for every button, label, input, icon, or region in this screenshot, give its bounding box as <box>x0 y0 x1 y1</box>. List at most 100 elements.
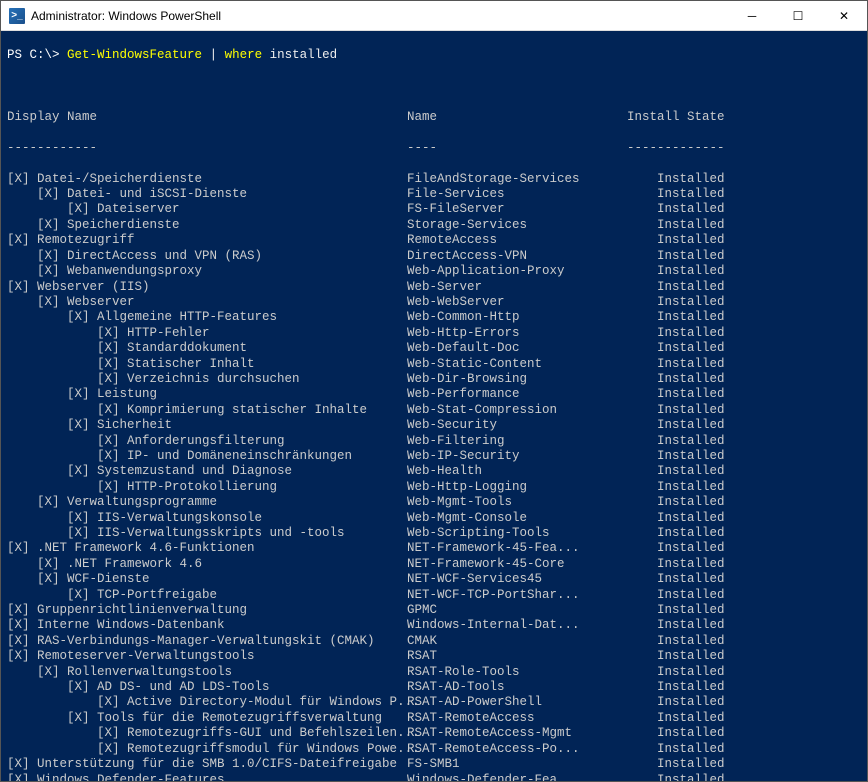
table-row: [X] Unterstützung für die SMB 1.0/CIFS-D… <box>7 757 861 772</box>
cmdlet-where: where <box>225 48 263 62</box>
cell-name: RSAT-RemoteAccess <box>407 711 627 726</box>
cell-install-state: Installed <box>627 295 727 310</box>
cell-install-state: Installed <box>627 480 727 495</box>
cell-install-state: Installed <box>627 357 727 372</box>
cell-name: DirectAccess-VPN <box>407 249 627 264</box>
cell-name: Web-Server <box>407 280 627 295</box>
cell-display-name: [X] Webanwendungsproxy <box>7 264 407 279</box>
cell-name: Web-Security <box>407 418 627 433</box>
cell-install-state: Installed <box>627 403 727 418</box>
close-button[interactable]: ✕ <box>821 1 867 30</box>
feature-table-body: [X] Datei-/SpeicherdiensteFileAndStorage… <box>7 172 861 781</box>
cell-install-state: Installed <box>627 665 727 680</box>
cell-install-state: Installed <box>627 757 727 772</box>
table-row: [X] WebanwendungsproxyWeb-Application-Pr… <box>7 264 861 279</box>
cell-name: NET-Framework-45-Core <box>407 557 627 572</box>
cell-install-state: Installed <box>627 249 727 264</box>
table-row: [X] Komprimierung statischer InhalteWeb-… <box>7 403 861 418</box>
cell-name: Web-Http-Errors <box>407 326 627 341</box>
console-output[interactable]: PS C:\> Get-WindowsFeature | where insta… <box>1 31 867 781</box>
cell-display-name: [X] DirectAccess und VPN (RAS) <box>7 249 407 264</box>
cell-install-state: Installed <box>627 634 727 649</box>
cell-display-name: [X] Datei-/Speicherdienste <box>7 172 407 187</box>
cell-name: RSAT <box>407 649 627 664</box>
titlebar: >_ Administrator: Windows PowerShell ─ ☐… <box>1 1 867 31</box>
cell-install-state: Installed <box>627 680 727 695</box>
table-row: [X] Windows Defender-FeaturesWindows-Def… <box>7 773 861 782</box>
table-row: [X] Tools für die Remotezugriffsverwaltu… <box>7 711 861 726</box>
cell-display-name: [X] Verwaltungsprogramme <box>7 495 407 510</box>
table-row: [X] SicherheitWeb-Security Installed <box>7 418 861 433</box>
table-row: [X] IIS-VerwaltungskonsoleWeb-Mgmt-Conso… <box>7 511 861 526</box>
cell-display-name: [X] Dateiserver <box>7 202 407 217</box>
cell-name: FS-FileServer <box>407 202 627 217</box>
cell-install-state: Installed <box>627 310 727 325</box>
cell-display-name: [X] Allgemeine HTTP-Features <box>7 310 407 325</box>
cell-install-state: Installed <box>627 495 727 510</box>
table-row: [X] AD DS- und AD LDS-ToolsRSAT-AD-Tools… <box>7 680 861 695</box>
table-row: [X] VerwaltungsprogrammeWeb-Mgmt-Tools I… <box>7 495 861 510</box>
cell-display-name: [X] Sicherheit <box>7 418 407 433</box>
cell-display-name: [X] Remoteserver-Verwaltungstools <box>7 649 407 664</box>
cell-install-state: Installed <box>627 449 727 464</box>
cell-display-name: [X] Gruppenrichtlinienverwaltung <box>7 603 407 618</box>
cell-install-state: Installed <box>627 603 727 618</box>
cell-install-state: Installed <box>627 572 727 587</box>
table-row: [X] RollenverwaltungstoolsRSAT-Role-Tool… <box>7 665 861 680</box>
cell-display-name: [X] Webserver <box>7 295 407 310</box>
cell-name: Web-Performance <box>407 387 627 402</box>
cell-display-name: [X] Remotezugriffs-GUI und Befehlszeilen… <box>7 726 407 741</box>
table-row: [X] IP- und DomäneneinschränkungenWeb-IP… <box>7 449 861 464</box>
table-row: [X] HTTP-ProtokollierungWeb-Http-Logging… <box>7 480 861 495</box>
cell-install-state: Installed <box>627 418 727 433</box>
cell-name: RSAT-RemoteAccess-Po... <box>407 742 627 757</box>
table-row: [X] Statischer InhaltWeb-Static-Content … <box>7 357 861 372</box>
cell-name: Windows-Defender-Fea... <box>407 773 627 782</box>
table-row: [X] AnforderungsfilterungWeb-Filtering I… <box>7 434 861 449</box>
cell-name: Web-Static-Content <box>407 357 627 372</box>
cell-display-name: [X] Speicherdienste <box>7 218 407 233</box>
cell-name: RSAT-Role-Tools <box>407 665 627 680</box>
cell-display-name: [X] Verzeichnis durchsuchen <box>7 372 407 387</box>
maximize-button[interactable]: ☐ <box>775 1 821 30</box>
table-row: [X] .NET Framework 4.6-FunktionenNET-Fra… <box>7 541 861 556</box>
cell-install-state: Installed <box>627 711 727 726</box>
table-row: [X] Webserver (IIS)Web-Server Installed <box>7 280 861 295</box>
cell-name: GPMC <box>407 603 627 618</box>
cell-install-state: Installed <box>627 649 727 664</box>
header-display-name: Display Name <box>7 110 407 125</box>
cell-install-state: Installed <box>627 434 727 449</box>
cell-install-state: Installed <box>627 172 727 187</box>
cell-name: Web-Health <box>407 464 627 479</box>
cell-name: Web-Mgmt-Console <box>407 511 627 526</box>
cell-name: Web-Scripting-Tools <box>407 526 627 541</box>
cell-install-state: Installed <box>627 511 727 526</box>
table-row: [X] WCF-DiensteNET-WCF-Services45 Instal… <box>7 572 861 587</box>
window-title: Administrator: Windows PowerShell <box>31 9 729 23</box>
cell-display-name: [X] Systemzustand und Diagnose <box>7 464 407 479</box>
cell-install-state: Installed <box>627 541 727 556</box>
table-row: [X] DateiserverFS-FileServer Installed <box>7 202 861 217</box>
cell-name: Web-Stat-Compression <box>407 403 627 418</box>
cell-display-name: [X] Remotezugriffsmodul für Windows Powe… <box>7 742 407 757</box>
cell-display-name: [X] .NET Framework 4.6 <box>7 557 407 572</box>
minimize-button[interactable]: ─ <box>729 1 775 30</box>
table-row: [X] Verzeichnis durchsuchenWeb-Dir-Brows… <box>7 372 861 387</box>
cell-display-name: [X] Active Directory-Modul für Windows P… <box>7 695 407 710</box>
cell-install-state: Installed <box>627 742 727 757</box>
cell-name: Web-Common-Http <box>407 310 627 325</box>
cell-name: Web-Application-Proxy <box>407 264 627 279</box>
cell-display-name: [X] IIS-Verwaltungsskripts und -tools <box>7 526 407 541</box>
cell-display-name: [X] Datei- und iSCSI-Dienste <box>7 187 407 202</box>
cell-name: Web-Filtering <box>407 434 627 449</box>
cell-name: FileAndStorage-Services <box>407 172 627 187</box>
table-row: [X] Interne Windows-DatenbankWindows-Int… <box>7 618 861 633</box>
cell-install-state: Installed <box>627 588 727 603</box>
cell-display-name: [X] IP- und Domäneneinschränkungen <box>7 449 407 464</box>
powershell-icon: >_ <box>9 8 25 24</box>
cell-display-name: [X] IIS-Verwaltungskonsole <box>7 511 407 526</box>
cell-name: NET-WCF-TCP-PortShar... <box>407 588 627 603</box>
table-row: [X] Datei-/SpeicherdiensteFileAndStorage… <box>7 172 861 187</box>
cell-install-state: Installed <box>627 187 727 202</box>
cmdlet-get: Get-WindowsFeature <box>67 48 202 62</box>
